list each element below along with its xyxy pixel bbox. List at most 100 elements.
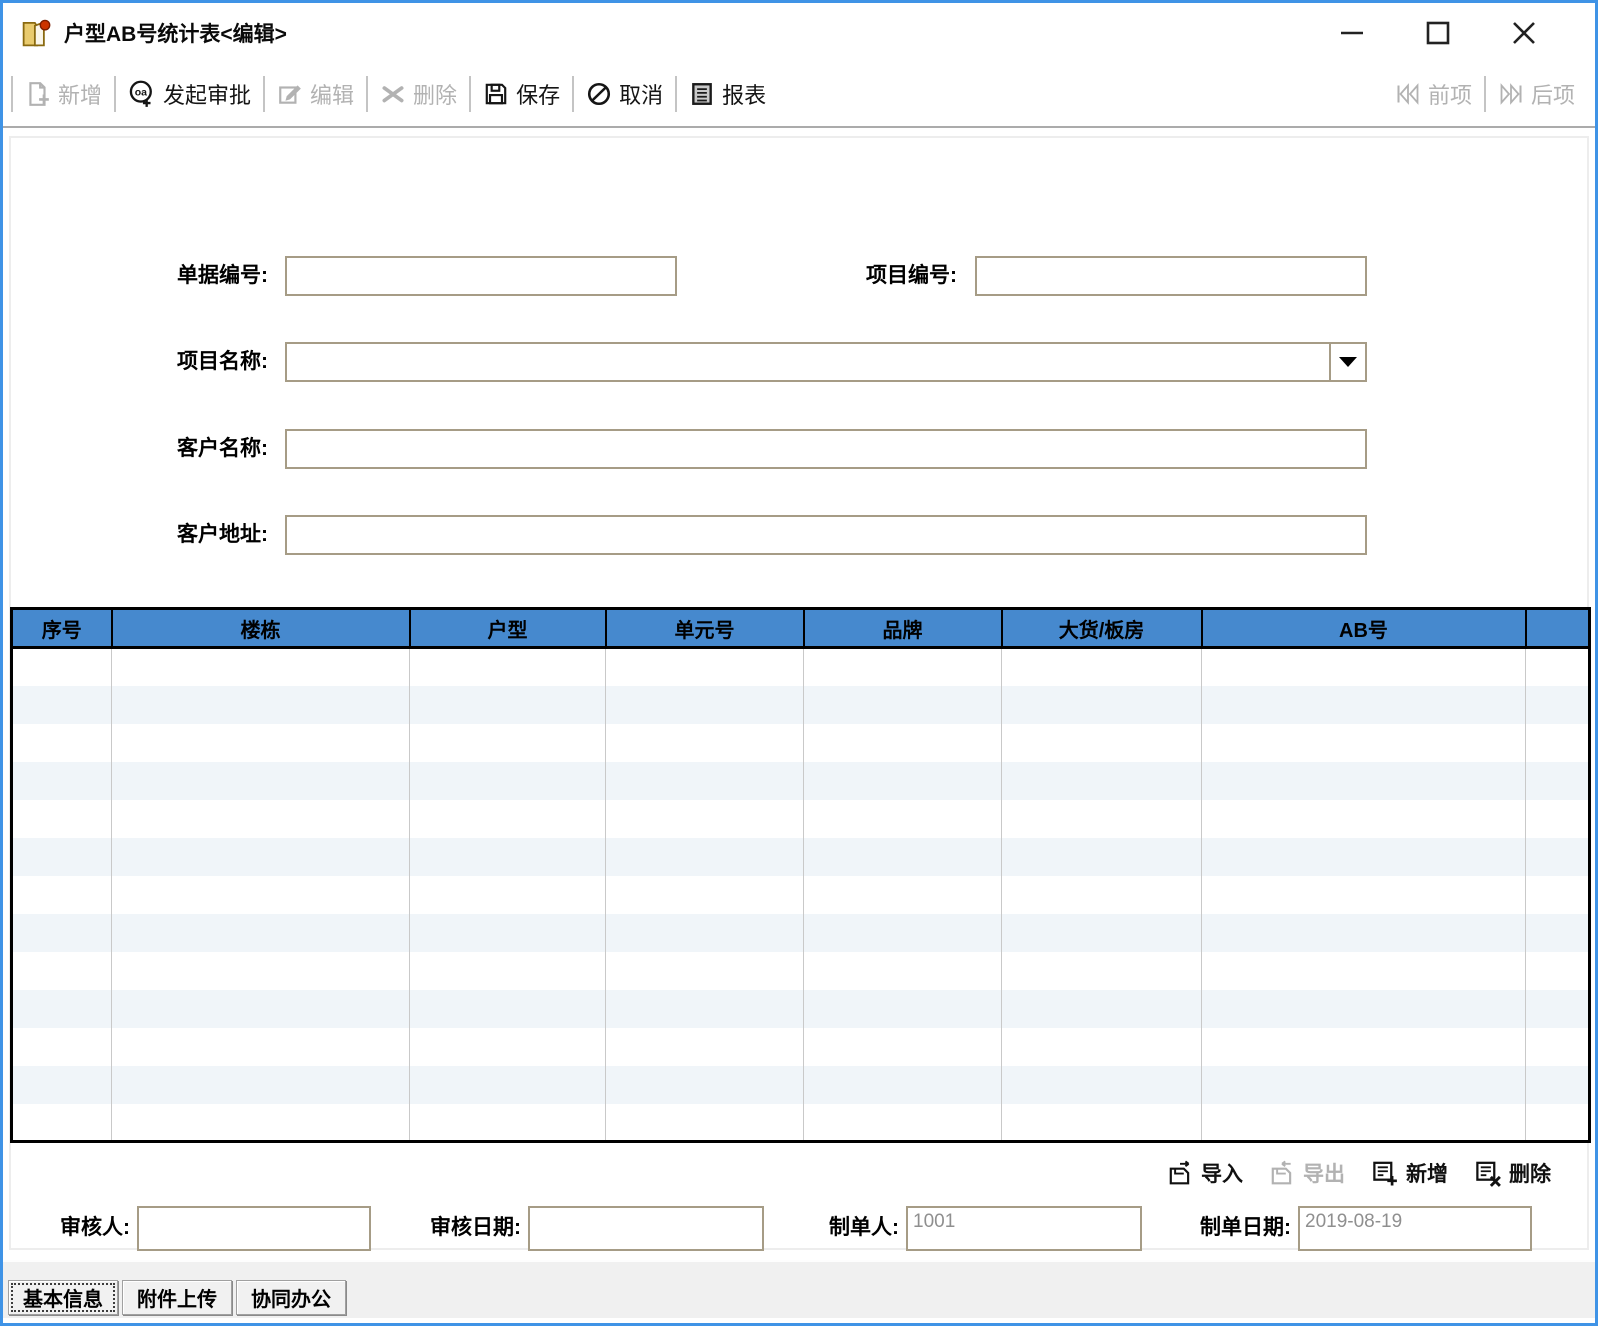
table-cell[interactable] <box>112 1104 410 1142</box>
table-cell[interactable] <box>606 1066 804 1104</box>
table-cell[interactable] <box>1202 876 1526 914</box>
table-cell[interactable] <box>1002 838 1202 876</box>
table-cell[interactable] <box>112 990 410 1028</box>
table-cell[interactable] <box>1526 1028 1590 1066</box>
table-cell[interactable] <box>606 1028 804 1066</box>
table-row[interactable] <box>12 1104 1590 1142</box>
doc-no-input[interactable] <box>285 256 677 296</box>
table-cell[interactable] <box>12 990 112 1028</box>
table-cell[interactable] <box>1002 876 1202 914</box>
table-cell[interactable] <box>1526 686 1590 724</box>
table-row[interactable] <box>12 648 1590 686</box>
table-cell[interactable] <box>1202 648 1526 686</box>
table-cell[interactable] <box>12 724 112 762</box>
delete-button[interactable]: 删除 <box>380 78 457 110</box>
table-cell[interactable] <box>12 1104 112 1142</box>
table-cell[interactable] <box>1202 990 1526 1028</box>
table-cell[interactable] <box>804 762 1002 800</box>
table-cell[interactable] <box>112 1028 410 1066</box>
table-cell[interactable] <box>112 762 410 800</box>
table-cell[interactable] <box>1202 1028 1526 1066</box>
project-no-input[interactable] <box>975 256 1367 296</box>
table-cell[interactable] <box>804 876 1002 914</box>
table-cell[interactable] <box>1526 914 1590 952</box>
table-cell[interactable] <box>410 762 606 800</box>
table-cell[interactable] <box>112 800 410 838</box>
table-cell[interactable] <box>12 1028 112 1066</box>
start-approval-button[interactable]: oa 发起审批 <box>128 78 251 110</box>
table-cell[interactable] <box>804 724 1002 762</box>
table-cell[interactable] <box>804 838 1002 876</box>
table-cell[interactable] <box>1202 914 1526 952</box>
table-cell[interactable] <box>1526 1066 1590 1104</box>
table-cell[interactable] <box>606 1104 804 1142</box>
table-row[interactable] <box>12 686 1590 724</box>
table-cell[interactable] <box>1202 762 1526 800</box>
edit-button[interactable]: 编辑 <box>277 78 354 110</box>
table-cell[interactable] <box>410 686 606 724</box>
table-cell[interactable] <box>1202 800 1526 838</box>
import-button[interactable]: 导入 <box>1167 1158 1243 1188</box>
table-cell[interactable] <box>1002 800 1202 838</box>
table-cell[interactable] <box>804 800 1002 838</box>
add-row-button[interactable]: 新增 <box>1371 1158 1448 1188</box>
table-cell[interactable] <box>1526 1104 1590 1142</box>
table-cell[interactable] <box>1202 838 1526 876</box>
table-cell[interactable] <box>1526 876 1590 914</box>
table-cell[interactable] <box>12 952 112 990</box>
table-cell[interactable] <box>1526 990 1590 1028</box>
table-cell[interactable] <box>112 952 410 990</box>
table-cell[interactable] <box>804 1066 1002 1104</box>
table-cell[interactable] <box>12 762 112 800</box>
project-name-input[interactable] <box>287 344 1329 380</box>
report-button[interactable]: 报表 <box>689 78 766 110</box>
table-row[interactable] <box>12 724 1590 762</box>
table-cell[interactable] <box>12 800 112 838</box>
table-row[interactable] <box>12 1066 1590 1104</box>
table-cell[interactable] <box>1202 724 1526 762</box>
table-cell[interactable] <box>410 800 606 838</box>
table-cell[interactable] <box>1526 800 1590 838</box>
table-cell[interactable] <box>804 686 1002 724</box>
table-cell[interactable] <box>410 876 606 914</box>
review-date-input[interactable] <box>528 1206 764 1251</box>
table-cell[interactable] <box>1002 1066 1202 1104</box>
table-row[interactable] <box>12 990 1590 1028</box>
minimize-button[interactable] <box>1333 14 1371 52</box>
save-button[interactable]: 保存 <box>483 78 560 110</box>
table-cell[interactable] <box>410 1104 606 1142</box>
table-cell[interactable] <box>1202 1066 1526 1104</box>
table-cell[interactable] <box>1202 686 1526 724</box>
table-cell[interactable] <box>112 686 410 724</box>
tab-collaboration[interactable]: 协同办公 <box>236 1280 346 1315</box>
table-cell[interactable] <box>606 762 804 800</box>
table-cell[interactable] <box>1002 952 1202 990</box>
delete-row-button[interactable]: 删除 <box>1474 1158 1551 1188</box>
creator-input[interactable]: 1001 <box>906 1206 1142 1251</box>
table-cell[interactable] <box>410 648 606 686</box>
table-row[interactable] <box>12 838 1590 876</box>
new-button[interactable]: 新增 <box>25 78 102 110</box>
table-cell[interactable] <box>804 1028 1002 1066</box>
table-cell[interactable] <box>1002 990 1202 1028</box>
table-cell[interactable] <box>112 914 410 952</box>
table-row[interactable] <box>12 800 1590 838</box>
table-cell[interactable] <box>1202 952 1526 990</box>
table-cell[interactable] <box>112 876 410 914</box>
previous-item-button[interactable]: 前项 <box>1395 78 1472 110</box>
table-cell[interactable] <box>12 1066 112 1104</box>
table-cell[interactable] <box>1002 1028 1202 1066</box>
close-button[interactable] <box>1505 14 1543 52</box>
tab-basic-info[interactable]: 基本信息 <box>8 1280 118 1315</box>
table-cell[interactable] <box>1526 724 1590 762</box>
table-cell[interactable] <box>410 838 606 876</box>
table-row[interactable] <box>12 1028 1590 1066</box>
table-cell[interactable] <box>12 876 112 914</box>
table-cell[interactable] <box>804 648 1002 686</box>
next-item-button[interactable]: 后项 <box>1498 78 1575 110</box>
export-button[interactable]: 导出 <box>1269 1158 1345 1188</box>
table-cell[interactable] <box>112 724 410 762</box>
table-cell[interactable] <box>804 914 1002 952</box>
table-cell[interactable] <box>410 1066 606 1104</box>
table-row[interactable] <box>12 952 1590 990</box>
